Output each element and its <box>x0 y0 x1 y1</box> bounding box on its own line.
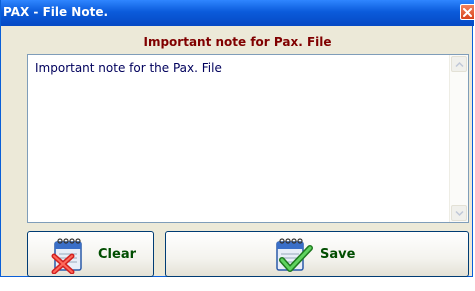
file-note-window: PAX - File Note. Important note for Pax.… <box>0 0 474 277</box>
title-bar[interactable]: PAX - File Note. <box>1 0 474 26</box>
close-icon <box>463 8 472 17</box>
clear-button[interactable]: Clear <box>27 231 154 277</box>
note-textarea[interactable]: Important note for the Pax. File <box>27 54 469 223</box>
note-heading: Important note for Pax. File <box>143 35 332 49</box>
vertical-scrollbar[interactable] <box>449 55 468 222</box>
chevron-down-icon <box>455 210 464 217</box>
save-button-label: Save <box>320 247 356 262</box>
close-button[interactable] <box>460 4 474 20</box>
clear-button-label: Clear <box>98 247 136 262</box>
notepad-check-icon <box>276 238 313 272</box>
save-button[interactable]: Save <box>165 231 469 277</box>
scroll-up-button[interactable] <box>451 56 467 72</box>
note-text: Important note for the Pax. File <box>35 61 222 75</box>
window-title: PAX - File Note. <box>3 5 109 19</box>
notepad-delete-icon <box>51 238 82 274</box>
chevron-up-icon <box>455 61 464 68</box>
scroll-down-button[interactable] <box>451 205 467 221</box>
